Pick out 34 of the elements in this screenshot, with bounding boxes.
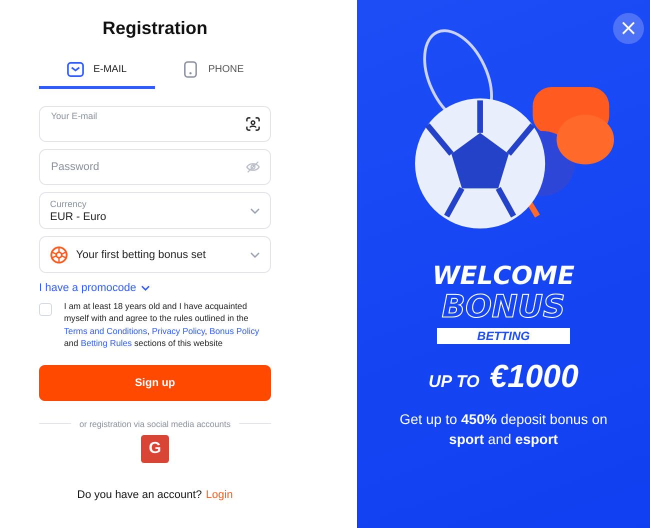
eye-slash-icon: [246, 160, 260, 174]
currency-select[interactable]: Currency EUR - Euro: [39, 192, 271, 229]
policy-link[interactable]: Betting Rules: [80, 338, 132, 348]
email-field[interactable]: Your E-mail: [39, 106, 271, 142]
policy-link[interactable]: Privacy Policy: [152, 326, 205, 336]
close-button[interactable]: ×: [613, 13, 644, 44]
login-prompt: Do you have an account?: [77, 488, 202, 501]
registration-title: Registration: [101, 18, 208, 39]
google-button[interactable]: G: [141, 434, 169, 463]
password-field[interactable]: Password: [39, 149, 271, 185]
up-to-text: UP TO: [428, 372, 480, 392]
tab[interactable]: PHONE: [155, 53, 271, 89]
sign-up-button[interactable]: Sign up: [39, 364, 271, 401]
chevron-down-icon: [141, 285, 150, 291]
chevron-down-icon: [250, 252, 260, 258]
bonus-amount: €1000: [490, 358, 578, 395]
login-link[interactable]: Login: [206, 488, 233, 501]
phone-icon: [182, 61, 200, 78]
ball-icon: [50, 246, 68, 264]
policy-link[interactable]: Terms and Conditions: [64, 326, 148, 336]
bonus-description: Get up to 450% deposit bonus on sport and esport: [398, 410, 608, 449]
face-scan-icon: [246, 117, 260, 131]
chevron-down-icon: [250, 208, 260, 214]
policy-link[interactable]: Bonus Policy: [210, 326, 260, 336]
promocode-link[interactable]: I have a promocode: [39, 282, 150, 294]
bonus-select[interactable]: Your first betting bonus set: [39, 236, 271, 273]
agreement-checkbox[interactable]: [39, 303, 52, 316]
welcome-heading: WELCOME: [432, 262, 575, 290]
bonus-heading: BONUS: [442, 290, 566, 324]
social-divider-text: or registration via social media accounts: [79, 418, 231, 429]
envelope-icon: [67, 61, 84, 78]
betting-tag: BETTING: [437, 328, 570, 344]
tab[interactable]: E-MAIL: [39, 53, 155, 89]
agreement-text: I am at least 18 years old and I have acquainted myself with and agree to the rules outlined in the Terms and Conditions, Privacy Policy, Bonus Policy and Betting Rules sections of this website: [64, 300, 260, 350]
